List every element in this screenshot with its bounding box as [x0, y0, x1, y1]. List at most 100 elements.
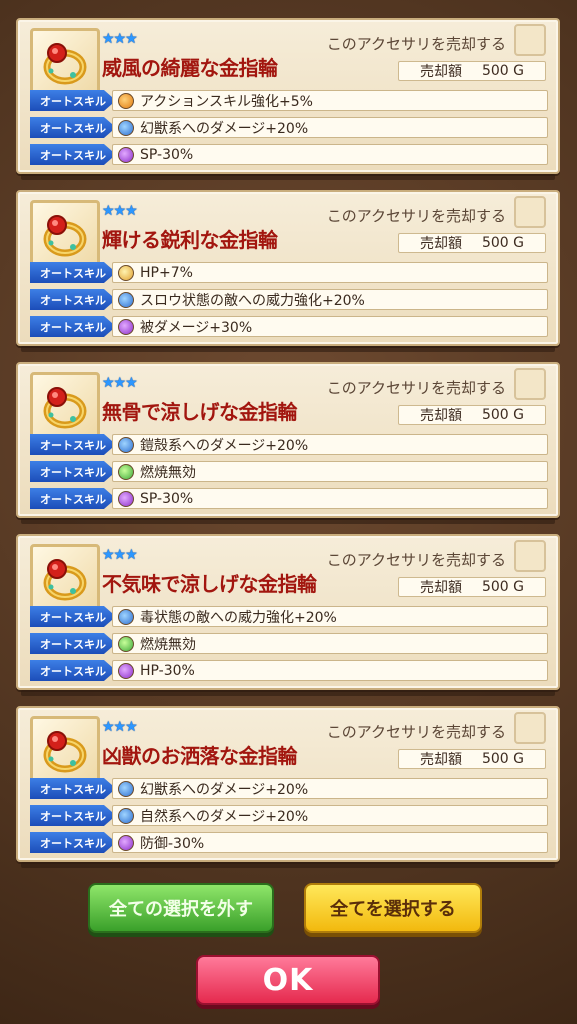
- rarity-stars: ★★★: [102, 719, 138, 735]
- auto-skill-row: オートスキル スロウ状態の敵への威力強化+20%: [30, 289, 548, 310]
- skill-text: 燃焼無効: [140, 636, 196, 653]
- auto-skill-row: オートスキル アクションスキル強化+5%: [30, 90, 548, 111]
- price-value: 500 G: [481, 751, 525, 767]
- gold-ring-icon: [43, 43, 87, 85]
- skill-text: アクションスキル強化+5%: [140, 93, 313, 110]
- skill-text: スロウ状態の敵への威力強化+20%: [140, 292, 365, 309]
- beast-icon: [118, 780, 134, 797]
- sell-price: 売却額 500 G: [398, 233, 546, 253]
- price-value: 500 G: [481, 235, 525, 251]
- sell-price: 売却額 500 G: [398, 577, 546, 597]
- skill-bar: 鎧殻系へのダメージ+20%: [112, 434, 548, 455]
- skill-bar: 燃焼無効: [112, 461, 548, 482]
- auto-skill-tag: オートスキル: [30, 117, 116, 138]
- beast-icon: [118, 119, 134, 136]
- auto-skill-tag: オートスキル: [30, 633, 116, 654]
- auto-skill-row: オートスキル 毒状態の敵への威力強化+20%: [30, 606, 548, 627]
- ring-item-icon[interactable]: [30, 28, 100, 98]
- ok-button[interactable]: OK: [196, 955, 380, 1005]
- item-name: 凶獣のお洒落な金指輪: [102, 744, 298, 768]
- beast-icon: [118, 436, 134, 453]
- rarity-stars: ★★★: [102, 203, 138, 219]
- auto-skill-row: オートスキル 幻獣系へのダメージ+20%: [30, 117, 548, 138]
- accessory-card: ★★★ 無骨で涼しげな金指輪 このアクセサリを売却する 売却額 500 G オー…: [16, 362, 560, 524]
- sell-checkbox[interactable]: [514, 712, 546, 744]
- sell-label: このアクセサリを売却する: [326, 551, 506, 569]
- skull-icon: [118, 318, 134, 335]
- ring-item-icon[interactable]: [30, 372, 100, 442]
- skill-text: SP-30%: [140, 146, 194, 163]
- accessory-card: ★★★ 輝ける鋭利な金指輪 このアクセサリを売却する 売却額 500 G オート…: [16, 190, 560, 352]
- leaf-icon: [118, 635, 134, 652]
- sell-checkbox[interactable]: [514, 368, 546, 400]
- rarity-stars: ★★★: [102, 31, 138, 47]
- skill-bar: スロウ状態の敵への威力強化+20%: [112, 289, 548, 310]
- skill-text: 毒状態の敵への威力強化+20%: [140, 609, 337, 626]
- auto-skill-row: オートスキル 防御-30%: [30, 832, 548, 853]
- sell-label: このアクセサリを売却する: [326, 379, 506, 397]
- sell-checkbox[interactable]: [514, 24, 546, 56]
- sell-label: このアクセサリを売却する: [326, 723, 506, 741]
- hp-icon: [118, 264, 134, 281]
- rarity-stars: ★★★: [102, 547, 138, 563]
- skill-text: 自然系へのダメージ+20%: [140, 808, 309, 825]
- skill-text: 幻獣系へのダメージ+20%: [140, 781, 309, 798]
- auto-skill-tag: オートスキル: [30, 606, 116, 627]
- skill-bar: 幻獣系へのダメージ+20%: [112, 117, 548, 138]
- skill-text: 被ダメージ+30%: [140, 319, 253, 336]
- skill-bar: 毒状態の敵への威力強化+20%: [112, 606, 548, 627]
- price-label: 売却額: [419, 752, 462, 768]
- auto-skill-tag: オートスキル: [30, 488, 116, 509]
- action-icon: [118, 92, 134, 109]
- ring-item-icon[interactable]: [30, 544, 100, 614]
- sell-checkbox[interactable]: [514, 196, 546, 228]
- skill-bar: 防御-30%: [112, 832, 548, 853]
- sell-price: 売却額 500 G: [398, 61, 546, 81]
- auto-skill-tag: オートスキル: [30, 778, 116, 799]
- auto-skill-tag: オートスキル: [30, 434, 116, 455]
- auto-skill-row: オートスキル 燃焼無効: [30, 633, 548, 654]
- item-name: 不気味で涼しげな金指輪: [102, 572, 317, 596]
- skill-bar: SP-30%: [112, 144, 548, 165]
- sell-price: 売却額 500 G: [398, 749, 546, 769]
- accessory-card: ★★★ 凶獣のお洒落な金指輪 このアクセサリを売却する 売却額 500 G オー…: [16, 706, 560, 868]
- auto-skill-tag: オートスキル: [30, 289, 116, 310]
- price-label: 売却額: [419, 236, 462, 252]
- skill-text: 燃焼無効: [140, 464, 196, 481]
- price-value: 500 G: [481, 579, 525, 595]
- skill-text: 幻獣系へのダメージ+20%: [140, 120, 309, 137]
- skull-icon: [118, 662, 134, 679]
- beast-icon: [118, 807, 134, 824]
- deselect-all-button[interactable]: 全ての選択を外す: [88, 883, 274, 933]
- auto-skill-tag: オートスキル: [30, 660, 116, 681]
- gold-ring-icon: [43, 731, 87, 773]
- leaf-icon: [118, 463, 134, 480]
- ring-item-icon[interactable]: [30, 200, 100, 270]
- auto-skill-row: オートスキル HP-30%: [30, 660, 548, 681]
- beast-icon: [118, 291, 134, 308]
- auto-skill-row: オートスキル SP-30%: [30, 144, 548, 165]
- sell-price: 売却額 500 G: [398, 405, 546, 425]
- beast-icon: [118, 608, 134, 625]
- auto-skill-row: オートスキル 燃焼無効: [30, 461, 548, 482]
- sell-label: このアクセサリを売却する: [326, 35, 506, 53]
- select-all-button[interactable]: 全てを選択する: [304, 883, 482, 933]
- item-name: 輝ける鋭利な金指輪: [102, 228, 278, 252]
- accessory-card: ★★★ 威風の綺麗な金指輪 このアクセサリを売却する 売却額 500 G オート…: [16, 18, 560, 180]
- rarity-stars: ★★★: [102, 375, 138, 391]
- ring-item-icon[interactable]: [30, 716, 100, 786]
- auto-skill-row: オートスキル 自然系へのダメージ+20%: [30, 805, 548, 826]
- auto-skill-tag: オートスキル: [30, 90, 116, 111]
- skill-bar: HP-30%: [112, 660, 548, 681]
- skill-bar: HP+7%: [112, 262, 548, 283]
- price-label: 売却額: [419, 408, 462, 424]
- auto-skill-tag: オートスキル: [30, 805, 116, 826]
- skull-icon: [118, 490, 134, 507]
- skull-icon: [118, 146, 134, 163]
- skull-icon: [118, 834, 134, 851]
- skill-bar: アクションスキル強化+5%: [112, 90, 548, 111]
- skill-bar: 幻獣系へのダメージ+20%: [112, 778, 548, 799]
- skill-text: HP+7%: [140, 264, 193, 281]
- skill-text: HP-30%: [140, 662, 195, 679]
- sell-checkbox[interactable]: [514, 540, 546, 572]
